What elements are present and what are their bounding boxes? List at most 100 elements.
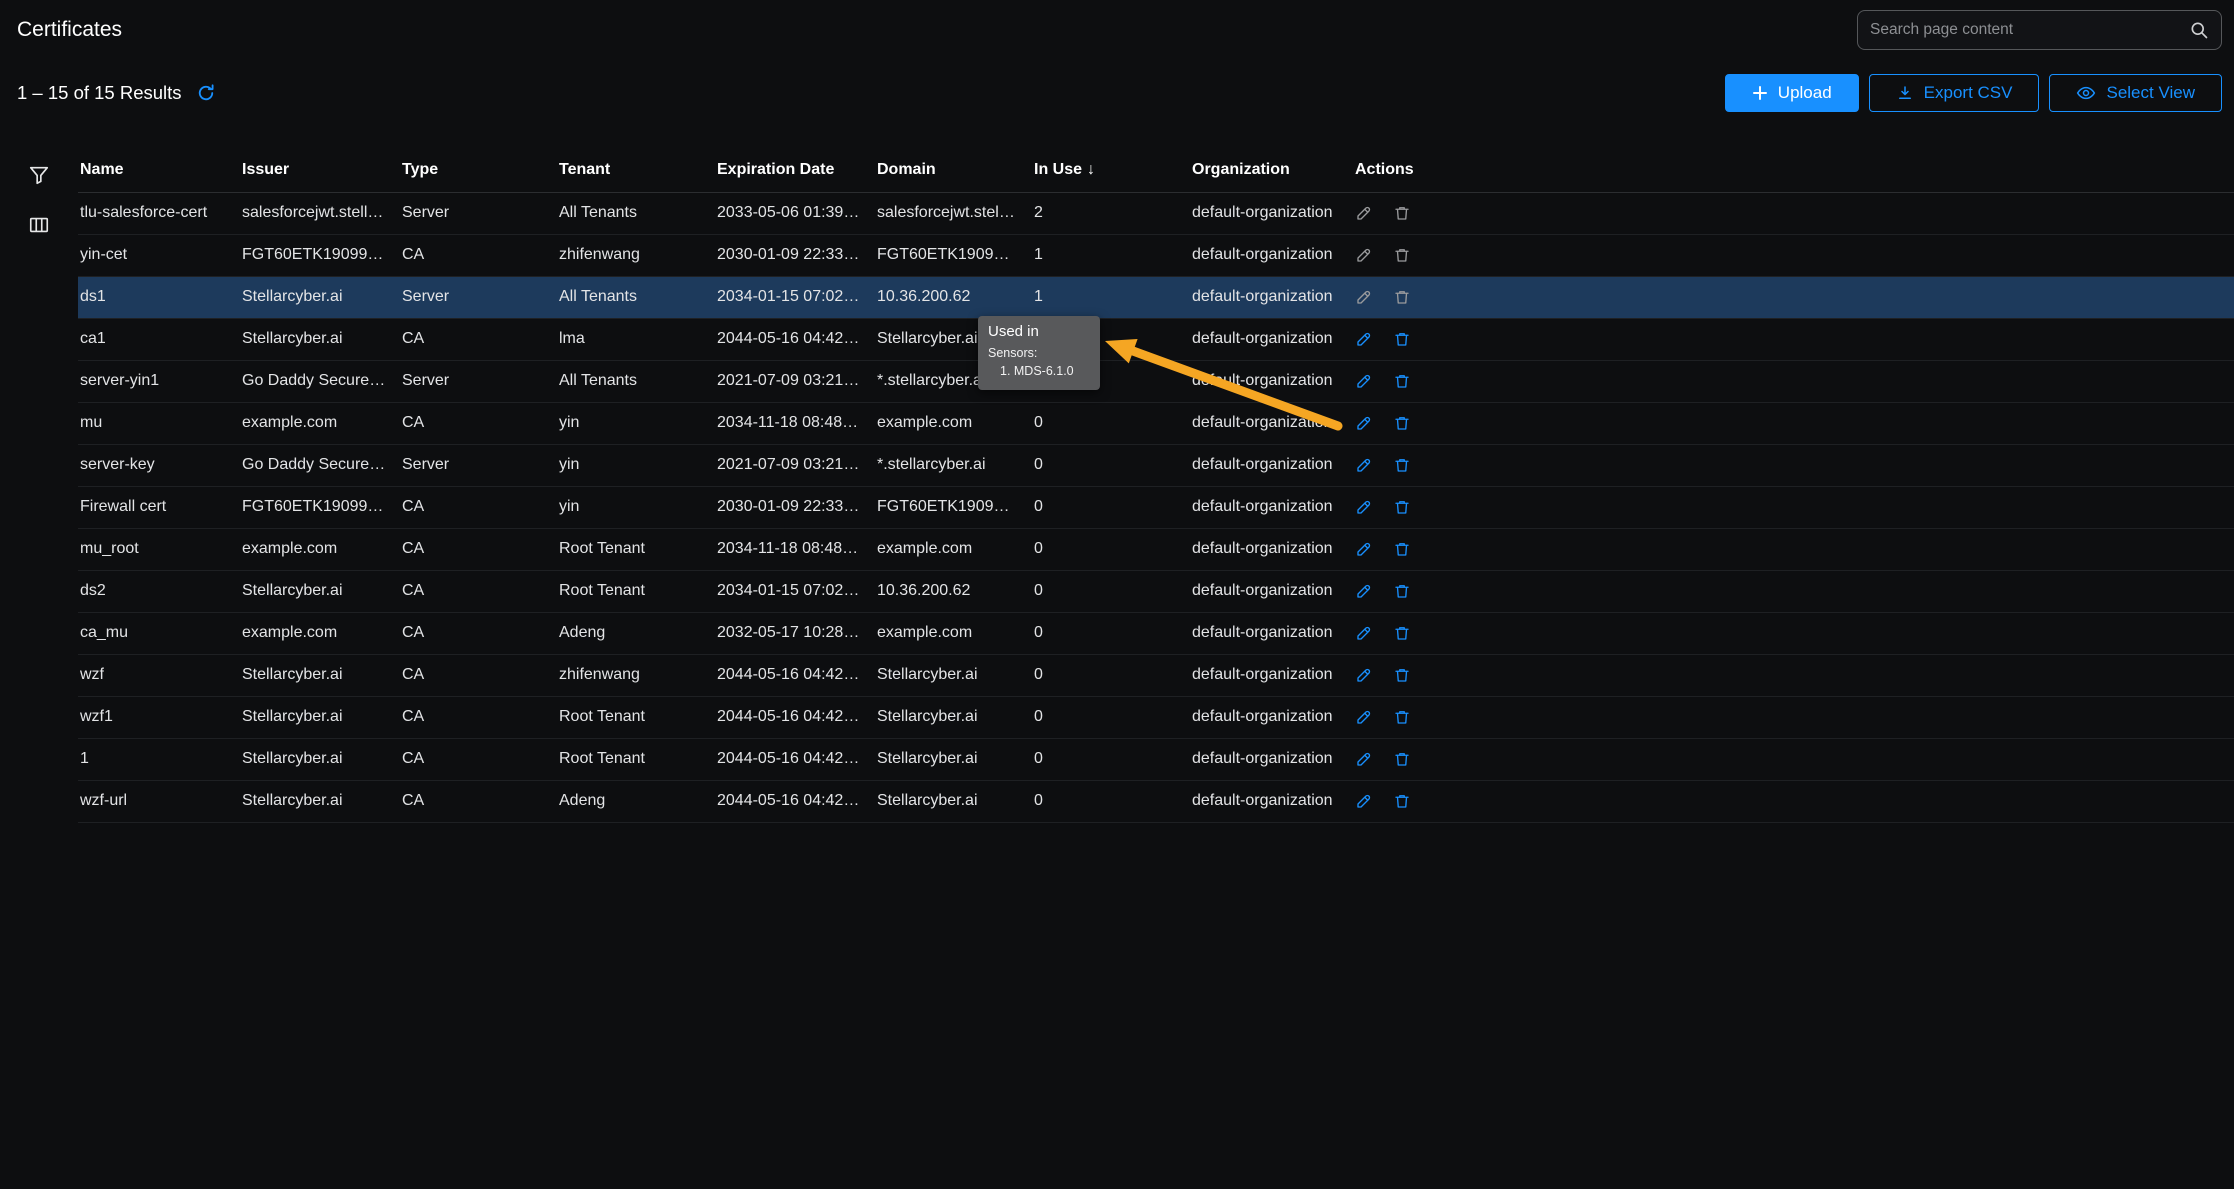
cell-actions xyxy=(1353,612,2234,654)
cell-name: mu_root xyxy=(78,528,240,570)
search-input[interactable] xyxy=(1870,21,2189,39)
column-header-name[interactable]: Name xyxy=(78,148,240,192)
cell-actions xyxy=(1353,234,2234,276)
cell-domain: example.com xyxy=(875,528,1032,570)
edit-icon[interactable] xyxy=(1355,456,1373,474)
edit-icon[interactable] xyxy=(1355,498,1373,516)
edit-icon[interactable] xyxy=(1355,708,1373,726)
cell-tenant: yin xyxy=(557,444,715,486)
edit-icon[interactable] xyxy=(1355,246,1373,264)
column-header-tenant[interactable]: Tenant xyxy=(557,148,715,192)
cell-type: CA xyxy=(400,612,557,654)
cell-name: server-key xyxy=(78,444,240,486)
delete-icon[interactable] xyxy=(1393,414,1411,432)
delete-icon[interactable] xyxy=(1393,582,1411,600)
table-row[interactable]: wzf-urlStellarcyber.aiCAAdeng2044-05-16 … xyxy=(78,780,2234,822)
table-row[interactable]: yin-cetFGT60ETK19099R…CAzhifenwang2030-0… xyxy=(78,234,2234,276)
cell-in-use: 0 xyxy=(1032,780,1190,822)
used-in-tooltip: Used in Sensors: 1. MDS-6.1.0 xyxy=(978,316,1100,390)
delete-icon[interactable] xyxy=(1393,288,1411,306)
delete-icon[interactable] xyxy=(1393,372,1411,390)
cell-expiration: 2034-11-18 08:48:29 xyxy=(715,528,875,570)
delete-icon[interactable] xyxy=(1393,540,1411,558)
cell-domain: salesforcejwt.stella… xyxy=(875,192,1032,234)
delete-icon[interactable] xyxy=(1393,792,1411,810)
cell-expiration: 2030-01-09 22:33:31 xyxy=(715,486,875,528)
cell-expiration: 2044-05-16 04:42:48 xyxy=(715,318,875,360)
refresh-icon[interactable] xyxy=(196,83,216,103)
delete-icon[interactable] xyxy=(1393,246,1411,264)
edit-icon[interactable] xyxy=(1355,204,1373,222)
cell-organization: default-organization xyxy=(1190,612,1353,654)
column-header-in-use[interactable]: In Use↓ xyxy=(1032,148,1190,192)
cell-issuer: Stellarcyber.ai xyxy=(240,696,400,738)
edit-icon[interactable] xyxy=(1355,372,1373,390)
cell-type: Server xyxy=(400,444,557,486)
column-header-actions[interactable]: Actions xyxy=(1353,148,2234,192)
cell-actions xyxy=(1353,654,2234,696)
cell-actions xyxy=(1353,738,2234,780)
table-row[interactable]: ds1Stellarcyber.aiServerAll Tenants2034-… xyxy=(78,276,2234,318)
delete-icon[interactable] xyxy=(1393,498,1411,516)
table-row[interactable]: muexample.comCAyin2034-11-18 08:48:29exa… xyxy=(78,402,2234,444)
cell-expiration: 2044-05-16 04:42:48 xyxy=(715,738,875,780)
table-row[interactable]: wzf1Stellarcyber.aiCARoot Tenant2044-05-… xyxy=(78,696,2234,738)
cell-type: CA xyxy=(400,528,557,570)
table-header-row: Name IssuerTypeTenantExpiration Date Domai… xyxy=(78,148,2234,192)
edit-icon[interactable] xyxy=(1355,792,1373,810)
edit-icon[interactable] xyxy=(1355,330,1373,348)
export-csv-button[interactable]: Export CSV xyxy=(1869,74,2040,112)
column-header-expiration-date[interactable]: Expiration Date xyxy=(715,148,875,192)
columns-icon[interactable] xyxy=(28,214,50,236)
certificates-table: Name IssuerTypeTenantExpiration Date Domai… xyxy=(78,148,2234,823)
column-label: Name xyxy=(80,161,124,178)
table-row[interactable]: ca_muexample.comCAAdeng2032-05-17 10:28:… xyxy=(78,612,2234,654)
cell-in-use: 0 xyxy=(1032,444,1190,486)
cell-in-use: 0 xyxy=(1032,570,1190,612)
cell-expiration: 2034-11-18 08:48:29 xyxy=(715,402,875,444)
select-view-button[interactable]: Select View xyxy=(2049,74,2222,112)
table-row[interactable]: 1Stellarcyber.aiCARoot Tenant2044-05-16 … xyxy=(78,738,2234,780)
edit-icon[interactable] xyxy=(1355,666,1373,684)
edit-icon[interactable] xyxy=(1355,750,1373,768)
delete-icon[interactable] xyxy=(1393,204,1411,222)
edit-icon[interactable] xyxy=(1355,288,1373,306)
cell-issuer: example.com xyxy=(240,402,400,444)
table-row[interactable]: Firewall certFGT60ETK19099R…CAyin2030-01… xyxy=(78,486,2234,528)
column-label: Expiration Date xyxy=(717,161,834,178)
column-label: Domain xyxy=(877,161,936,178)
delete-icon[interactable] xyxy=(1393,456,1411,474)
table-row[interactable]: server-keyGo Daddy Secure …Serveryin2021… xyxy=(78,444,2234,486)
search-icon[interactable] xyxy=(2189,20,2209,40)
filter-icon[interactable] xyxy=(28,164,50,186)
cell-in-use: 0 xyxy=(1032,738,1190,780)
edit-icon[interactable] xyxy=(1355,540,1373,558)
edit-icon[interactable] xyxy=(1355,582,1373,600)
table-row[interactable]: tlu-salesforce-certsalesforcejwt.stella…… xyxy=(78,192,2234,234)
column-header-domain[interactable]: Domain xyxy=(875,148,1032,192)
cell-actions xyxy=(1353,444,2234,486)
column-header-type[interactable]: Type xyxy=(400,148,557,192)
table-row[interactable]: ca1Stellarcyber.aiCAlma2044-05-16 04:42:… xyxy=(78,318,2234,360)
table-row[interactable]: server-yin1Go Daddy Secure …ServerAll Te… xyxy=(78,360,2234,402)
delete-icon[interactable] xyxy=(1393,666,1411,684)
delete-icon[interactable] xyxy=(1393,330,1411,348)
cell-domain: 10.36.200.62 xyxy=(875,276,1032,318)
delete-icon[interactable] xyxy=(1393,750,1411,768)
download-icon xyxy=(1896,84,1914,102)
cell-actions xyxy=(1353,570,2234,612)
delete-icon[interactable] xyxy=(1393,708,1411,726)
cell-actions xyxy=(1353,276,2234,318)
table-row[interactable]: mu_rootexample.comCARoot Tenant2034-11-1… xyxy=(78,528,2234,570)
cell-name: ca1 xyxy=(78,318,240,360)
edit-icon[interactable] xyxy=(1355,414,1373,432)
delete-icon[interactable] xyxy=(1393,624,1411,642)
upload-button[interactable]: Upload xyxy=(1725,74,1859,112)
edit-icon[interactable] xyxy=(1355,624,1373,642)
column-header-organization[interactable]: Organization xyxy=(1190,148,1353,192)
cell-actions xyxy=(1353,402,2234,444)
table-row[interactable]: ds2Stellarcyber.aiCARoot Tenant2034-01-1… xyxy=(78,570,2234,612)
column-header-issuer[interactable]: Issuer xyxy=(240,148,400,192)
table-row[interactable]: wzfStellarcyber.aiCAzhifenwang2044-05-16… xyxy=(78,654,2234,696)
plus-icon xyxy=(1752,85,1768,101)
